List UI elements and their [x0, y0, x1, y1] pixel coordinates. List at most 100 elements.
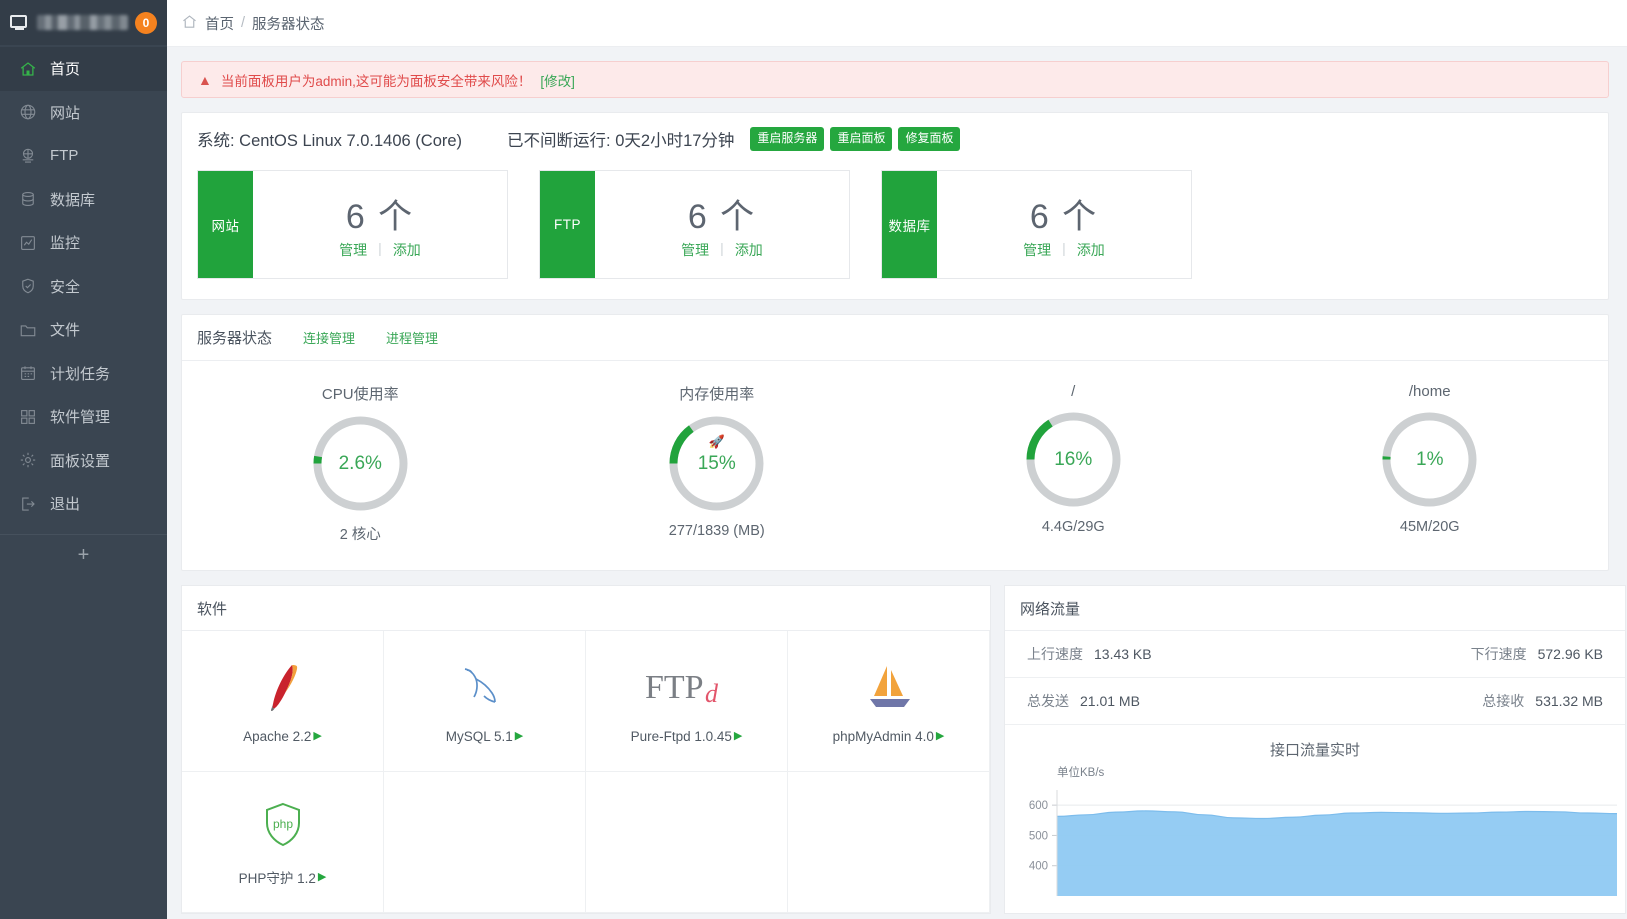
- software-item-php-guard[interactable]: php PHP守护 1.2 ▶: [182, 772, 384, 913]
- sidebar-item-logout[interactable]: 退出: [0, 482, 167, 526]
- gauge-sub: 277/1839 (MB): [668, 523, 765, 539]
- svg-text:400: 400: [1029, 861, 1048, 873]
- calendar-icon: [19, 364, 37, 382]
- software-title: 软件: [182, 586, 990, 631]
- sidebar-add-button[interactable]: +: [0, 535, 167, 575]
- gauge-sub: 4.4G/29G: [1041, 519, 1105, 535]
- server-status-header: 服务器状态 连接管理 进程管理: [182, 315, 1608, 361]
- content-area: ▲ 当前面板用户为admin,这可能为面板安全带来风险！ [修改] 系统: Ce…: [167, 47, 1627, 914]
- software-name: Apache 2.2: [243, 728, 312, 744]
- sidebar-nav: 首页 网站 FTP 数据库 监控 安全 文件 计划任务 软件管理 面板设置 退出: [0, 45, 167, 526]
- card-link-divider: |: [720, 240, 724, 256]
- server-status-panel: 服务器状态 连接管理 进程管理 CPU使用率 2.6% 2 核心 内存使用率 🚀…: [181, 314, 1609, 571]
- software-name: PHP守护 1.2: [238, 871, 316, 886]
- home-icon: [19, 60, 37, 78]
- card-add-link[interactable]: 添加: [1077, 240, 1105, 260]
- sidebar-item-home[interactable]: 首页: [0, 47, 167, 91]
- download-speed-label: 下行速度: [1470, 646, 1527, 662]
- play-icon[interactable]: ▶: [313, 730, 321, 742]
- sidebar-item-label: 文件: [50, 322, 81, 340]
- card-tag: 数据库: [882, 171, 937, 278]
- gauge-title: CPU使用率: [321, 386, 399, 403]
- notification-badge[interactable]: 0: [135, 11, 157, 34]
- restart-panel-button[interactable]: 重启面板: [830, 127, 893, 151]
- software-name: phpMyAdmin 4.0: [832, 728, 934, 744]
- card-add-link[interactable]: 添加: [393, 240, 421, 260]
- sidebar-item-label: 计划任务: [50, 365, 111, 383]
- card-add-link[interactable]: 添加: [735, 240, 763, 260]
- sidebar-item-label: FTP: [50, 147, 79, 165]
- sidebar-item-label: 监控: [50, 235, 81, 253]
- software-item-mysql[interactable]: MySQL 5.1 ▶: [384, 631, 586, 772]
- card-body: 6 个 管理 | 添加: [595, 171, 849, 278]
- card-manage-link[interactable]: 管理: [339, 240, 367, 260]
- download-speed-value: 572.96 KB: [1537, 646, 1603, 662]
- gauge-value: 16%: [1054, 448, 1093, 470]
- sidebar-item-label: 首页: [50, 61, 81, 79]
- stat-card-database[interactable]: 数据库 6 个 管理 | 添加: [881, 170, 1192, 279]
- process-manage-link[interactable]: 进程管理: [386, 328, 438, 347]
- software-item-phpmyadmin[interactable]: phpMyAdmin 4.0 ▶: [788, 631, 990, 772]
- apache-feather-icon: [262, 659, 304, 715]
- software-item-apache[interactable]: Apache 2.2 ▶: [182, 631, 384, 772]
- gauge-sub: 2 核心: [339, 527, 381, 543]
- alert-modify-link[interactable]: [修改]: [540, 70, 575, 90]
- gauge-ring: 2.6%: [310, 413, 411, 514]
- gauge-memory: 内存使用率 🚀 15% 277/1839 (MB): [539, 383, 896, 544]
- repair-panel-button[interactable]: 修复面板: [898, 127, 961, 151]
- alert-text: 当前面板用户为admin,这可能为面板安全带来风险！: [220, 73, 532, 89]
- play-icon[interactable]: ▶: [936, 730, 944, 742]
- stat-card-website[interactable]: 网站 6 个 管理 | 添加: [197, 170, 508, 279]
- card-link-divider: |: [1062, 240, 1066, 256]
- shield-icon: [19, 277, 37, 295]
- sidebar-item-monitor[interactable]: 监控: [0, 221, 167, 265]
- breadcrumb-home-link[interactable]: 首页: [205, 13, 234, 34]
- sidebar-item-label: 面板设置: [50, 452, 111, 470]
- card-manage-link[interactable]: 管理: [1023, 240, 1051, 260]
- chart-title: 接口流量实时: [1269, 742, 1360, 759]
- play-icon[interactable]: ▶: [318, 871, 326, 883]
- svg-text:d: d: [705, 679, 719, 708]
- card-links: 管理 | 添加: [1023, 240, 1105, 260]
- breadcrumb-separator: /: [241, 15, 246, 31]
- gauge-value: 15%: [697, 452, 736, 474]
- sidebar-item-files[interactable]: 文件: [0, 308, 167, 352]
- svg-text:FTP: FTP: [645, 669, 704, 706]
- play-icon[interactable]: ▶: [515, 730, 523, 742]
- play-icon[interactable]: ▶: [734, 730, 742, 742]
- main-content: 首页 / 服务器状态 ▲ 当前面板用户为admin,这可能为面板安全带来风险！ …: [167, 0, 1627, 919]
- total-sent: 总发送 21.01 MB: [1027, 691, 1140, 711]
- software-name-row: PHP守护 1.2 ▶: [239, 867, 327, 887]
- sidebar-item-cron[interactable]: 计划任务: [0, 352, 167, 396]
- sidebar-item-label: 安全: [50, 278, 81, 296]
- sidebar-item-ftp[interactable]: FTP: [0, 134, 167, 178]
- mysql-dolphin-icon: [459, 659, 511, 715]
- card-links: 管理 | 添加: [339, 240, 421, 260]
- total-received: 总接收 531.32 MB: [1482, 691, 1603, 711]
- card-count: 6 个: [345, 198, 415, 236]
- sidebar-item-database[interactable]: 数据库: [0, 178, 167, 222]
- card-count: 6 个: [1029, 198, 1099, 236]
- folder-icon: [19, 321, 37, 339]
- card-body: 6 个 管理 | 添加: [253, 171, 507, 278]
- connection-manage-link[interactable]: 连接管理: [303, 328, 355, 347]
- sidebar-item-software[interactable]: 软件管理: [0, 395, 167, 439]
- overview-panel: 系统: CentOS Linux 7.0.1406 (Core) 已不间断运行:…: [181, 112, 1609, 300]
- sidebar-item-website[interactable]: 网站: [0, 91, 167, 135]
- gauge-ring: 🚀 15%: [666, 413, 767, 514]
- sidebar-item-settings[interactable]: 面板设置: [0, 439, 167, 483]
- stat-card-ftp[interactable]: FTP 6 个 管理 | 添加: [539, 170, 850, 279]
- software-name-row: Pure-Ftpd 1.0.45 ▶: [631, 729, 743, 744]
- system-uptime-label: 已不间断运行: 0天2小时17分钟: [507, 132, 735, 150]
- svg-text:600: 600: [1029, 800, 1048, 812]
- gauge-cpu: CPU使用率 2.6% 2 核心: [182, 383, 539, 544]
- restart-server-button[interactable]: 重启服务器: [750, 127, 825, 151]
- upload-speed-label: 上行速度: [1027, 646, 1083, 662]
- software-item-pureftpd[interactable]: FTP d Pure-Ftpd 1.0.45 ▶: [586, 631, 788, 772]
- card-manage-link[interactable]: 管理: [681, 240, 709, 260]
- network-total-row: 总发送 21.01 MB 总接收 531.32 MB: [1005, 678, 1625, 725]
- sidebar-item-security[interactable]: 安全: [0, 265, 167, 309]
- system-os-label: 系统: CentOS Linux 7.0.1406 (Core): [197, 132, 463, 150]
- server-status-title: 服务器状态: [197, 330, 273, 347]
- monitor-icon: [10, 14, 30, 31]
